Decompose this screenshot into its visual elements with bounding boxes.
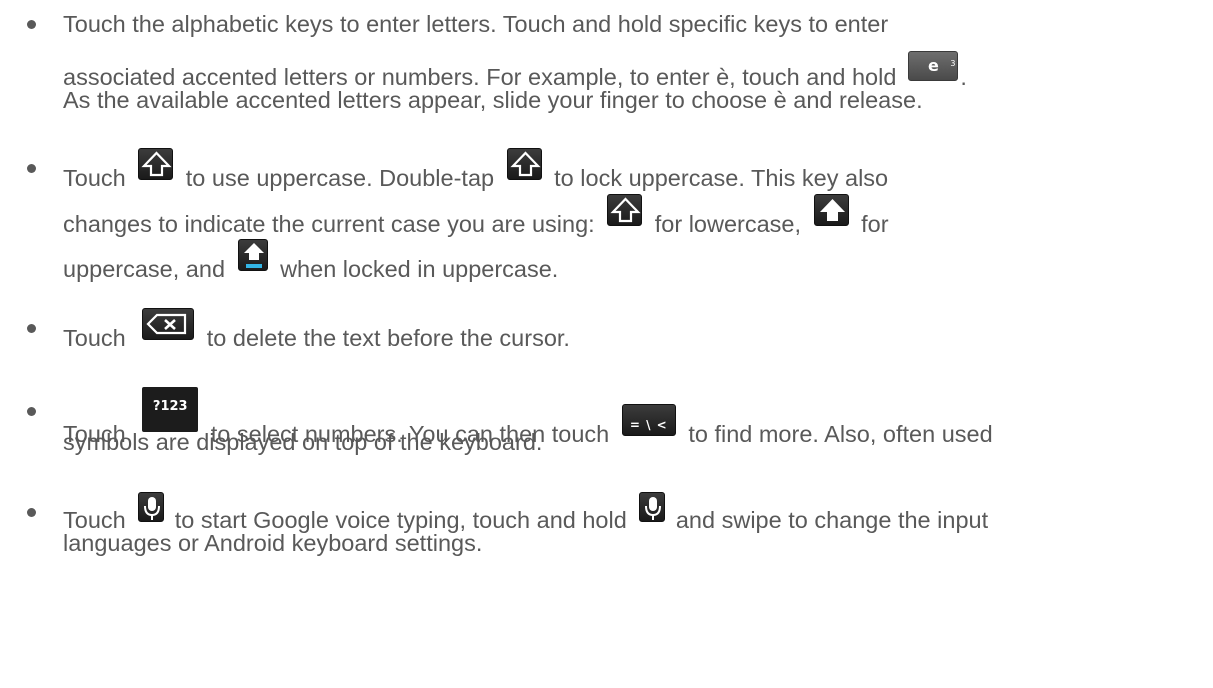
- text: to lock uppercase. This key also: [554, 165, 889, 191]
- text: and swipe to change the input: [675, 507, 989, 533]
- microphone-icon: [639, 492, 666, 522]
- shift-outline-icon: [506, 148, 542, 180]
- delete-icon: [142, 308, 195, 340]
- numbers-key-label: ?123: [152, 399, 188, 414]
- shift-outline-icon: [138, 148, 174, 180]
- text: for: [861, 211, 889, 237]
- symbols-key-label: = \ <: [629, 418, 668, 432]
- bullet-5-line-2: languages or Android keyboard settings.: [63, 529, 482, 557]
- text: when locked in uppercase.: [280, 256, 559, 282]
- text: for lowercase,: [654, 211, 802, 237]
- bullet-3-line-1: Touch to delete the text before the curs…: [63, 308, 570, 352]
- bullet-2-line-2: changes to indicate the current case you…: [63, 194, 889, 238]
- text: to delete the text before the cursor.: [206, 325, 570, 351]
- text: to use uppercase. Double-tap: [185, 165, 495, 191]
- text: Touch: [63, 165, 126, 191]
- bullet-marker: [27, 324, 36, 333]
- text: .: [960, 64, 967, 90]
- text: languages or Android keyboard settings.: [63, 530, 483, 556]
- bullet-marker: [27, 508, 36, 517]
- shift-outline-icon: [607, 194, 643, 226]
- text: to find more. Also, often used: [688, 421, 993, 447]
- text: changes to indicate the current case you…: [63, 211, 595, 237]
- text: Touch: [63, 325, 126, 351]
- text: symbols are displayed on top of the keyb…: [63, 429, 543, 455]
- e-key-superscript: 3: [950, 59, 956, 68]
- bullet-marker: [27, 20, 36, 29]
- text: uppercase, and: [63, 256, 226, 282]
- bullet-2-line-1: Touch to use uppercase. Double-tap to lo…: [63, 148, 889, 192]
- shift-filled-icon: [813, 194, 849, 226]
- symbols-key-icon: = \ <: [621, 404, 676, 436]
- page: Touch the alphabetic keys to enter lette…: [0, 0, 1213, 688]
- e-key-icon: e3: [908, 51, 959, 81]
- shift-locked-icon: [237, 239, 268, 271]
- bullet-1-line-3: As the available accented letters appear…: [63, 86, 923, 114]
- numbers-key-icon: ?123: [142, 387, 199, 432]
- bullet-2-line-3: uppercase, and when locked in uppercase.: [63, 239, 559, 283]
- text: As the available accented letters appear…: [63, 87, 923, 113]
- bullet-4-line-2: symbols are displayed on top of the keyb…: [63, 428, 542, 456]
- bullet-marker: [27, 164, 36, 173]
- microphone-icon: [138, 492, 165, 522]
- text: Touch the alphabetic keys to enter lette…: [63, 11, 889, 37]
- bullet-marker: [27, 407, 36, 416]
- bullet-1-line-1: Touch the alphabetic keys to enter lette…: [63, 10, 888, 38]
